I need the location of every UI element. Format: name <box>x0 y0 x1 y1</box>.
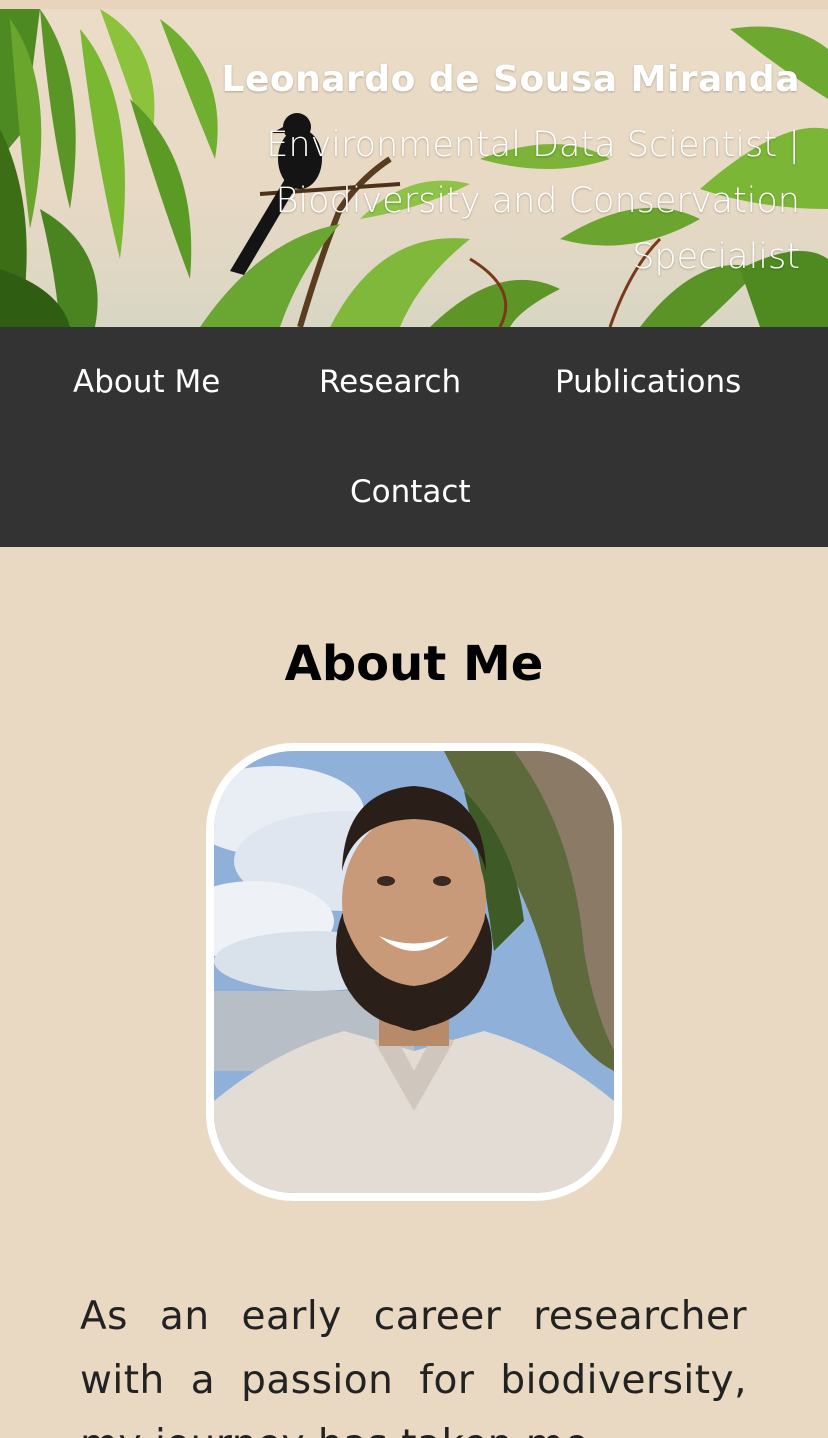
top-strip <box>0 0 828 9</box>
main-navigation: About Me Research Publications Contact <box>0 327 828 547</box>
profile-photo <box>206 743 622 1201</box>
nav-item-contact[interactable]: Contact <box>350 472 471 512</box>
about-paragraph: As an early career researcher with a pas… <box>80 1294 747 1438</box>
hero-text: Leonardo de Sousa Miranda Environmental … <box>200 57 800 285</box>
profile-photo-image <box>214 751 614 1193</box>
page: Leonardo de Sousa Miranda Environmental … <box>0 0 828 1438</box>
site-owner-name: Leonardo de Sousa Miranda <box>221 59 800 100</box>
site-owner-role: Environmental Data Scientist | Biodivers… <box>266 125 800 277</box>
nav-item-research[interactable]: Research <box>319 362 461 402</box>
nav-item-about-me[interactable]: About Me <box>73 362 220 402</box>
hero-header: Leonardo de Sousa Miranda Environmental … <box>0 9 828 327</box>
nav-item-publications[interactable]: Publications <box>555 362 741 402</box>
about-section-title: About Me <box>284 636 544 692</box>
